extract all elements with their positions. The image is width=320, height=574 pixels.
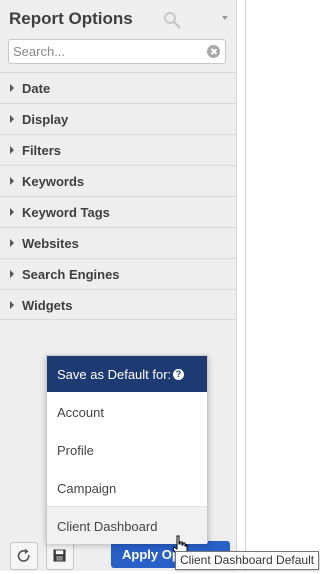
- menu-item-label: Campaign: [57, 481, 117, 496]
- section-label: Keyword Tags: [22, 205, 110, 220]
- save-button[interactable]: [46, 542, 74, 570]
- section-filters[interactable]: Filters: [0, 134, 237, 165]
- menu-header-label: Save as Default for:: [57, 367, 172, 382]
- menu-item-account[interactable]: Account: [47, 393, 207, 431]
- section-label: Keywords: [22, 174, 85, 189]
- expand-arrow-icon: [10, 270, 14, 278]
- expand-arrow-icon: [10, 177, 14, 185]
- expand-arrow-icon: [10, 208, 14, 216]
- expand-arrow-icon: [10, 115, 14, 123]
- section-display[interactable]: Display: [0, 103, 237, 134]
- menu-item-label: Client Dashboard: [57, 519, 158, 534]
- section-label: Date: [22, 81, 51, 96]
- panel-header: Report Options: [0, 0, 237, 38]
- reset-button[interactable]: [10, 542, 38, 570]
- section-label: Websites: [22, 236, 79, 251]
- menu-item-label: Account: [57, 405, 104, 420]
- content-area: [238, 0, 320, 571]
- search-input[interactable]: [13, 42, 203, 61]
- expand-arrow-icon: [10, 301, 14, 309]
- vertical-divider: [245, 0, 246, 571]
- expand-arrow-icon: [10, 239, 14, 247]
- menu-item-campaign[interactable]: Campaign: [47, 469, 207, 507]
- panel-title: Report Options: [9, 9, 133, 28]
- search-icon[interactable]: [163, 11, 181, 29]
- section-label: Display: [22, 112, 69, 127]
- section-label: Search Engines: [22, 267, 120, 282]
- section-websites[interactable]: Websites: [0, 227, 237, 258]
- save-default-menu: Save as Default for: ? Account Profile C…: [46, 355, 208, 544]
- menu-item-profile[interactable]: Profile: [47, 431, 207, 469]
- save-disk-icon: [53, 549, 66, 562]
- expand-arrow-icon: [10, 84, 14, 92]
- section-keywords[interactable]: Keywords: [0, 165, 237, 196]
- section-widgets[interactable]: Widgets: [0, 289, 237, 320]
- clear-icon[interactable]: [207, 45, 220, 58]
- refresh-icon: [17, 548, 30, 562]
- menu-item-label: Profile: [57, 443, 94, 458]
- help-icon[interactable]: ?: [173, 369, 184, 380]
- menu-header: Save as Default for: ?: [47, 356, 207, 392]
- expand-arrow-icon: [10, 146, 14, 154]
- section-label: Widgets: [22, 298, 73, 313]
- caret-down-icon[interactable]: [220, 13, 230, 23]
- section-keyword-tags[interactable]: Keyword Tags: [0, 196, 237, 227]
- option-sections: Date Display Filters Keywords Keyword Ta…: [0, 72, 237, 320]
- tooltip: Client Dashboard Default: [175, 551, 320, 570]
- section-search-engines[interactable]: Search Engines: [0, 258, 237, 289]
- section-label: Filters: [22, 143, 62, 158]
- search-field[interactable]: [8, 39, 226, 64]
- section-date[interactable]: Date: [0, 72, 237, 103]
